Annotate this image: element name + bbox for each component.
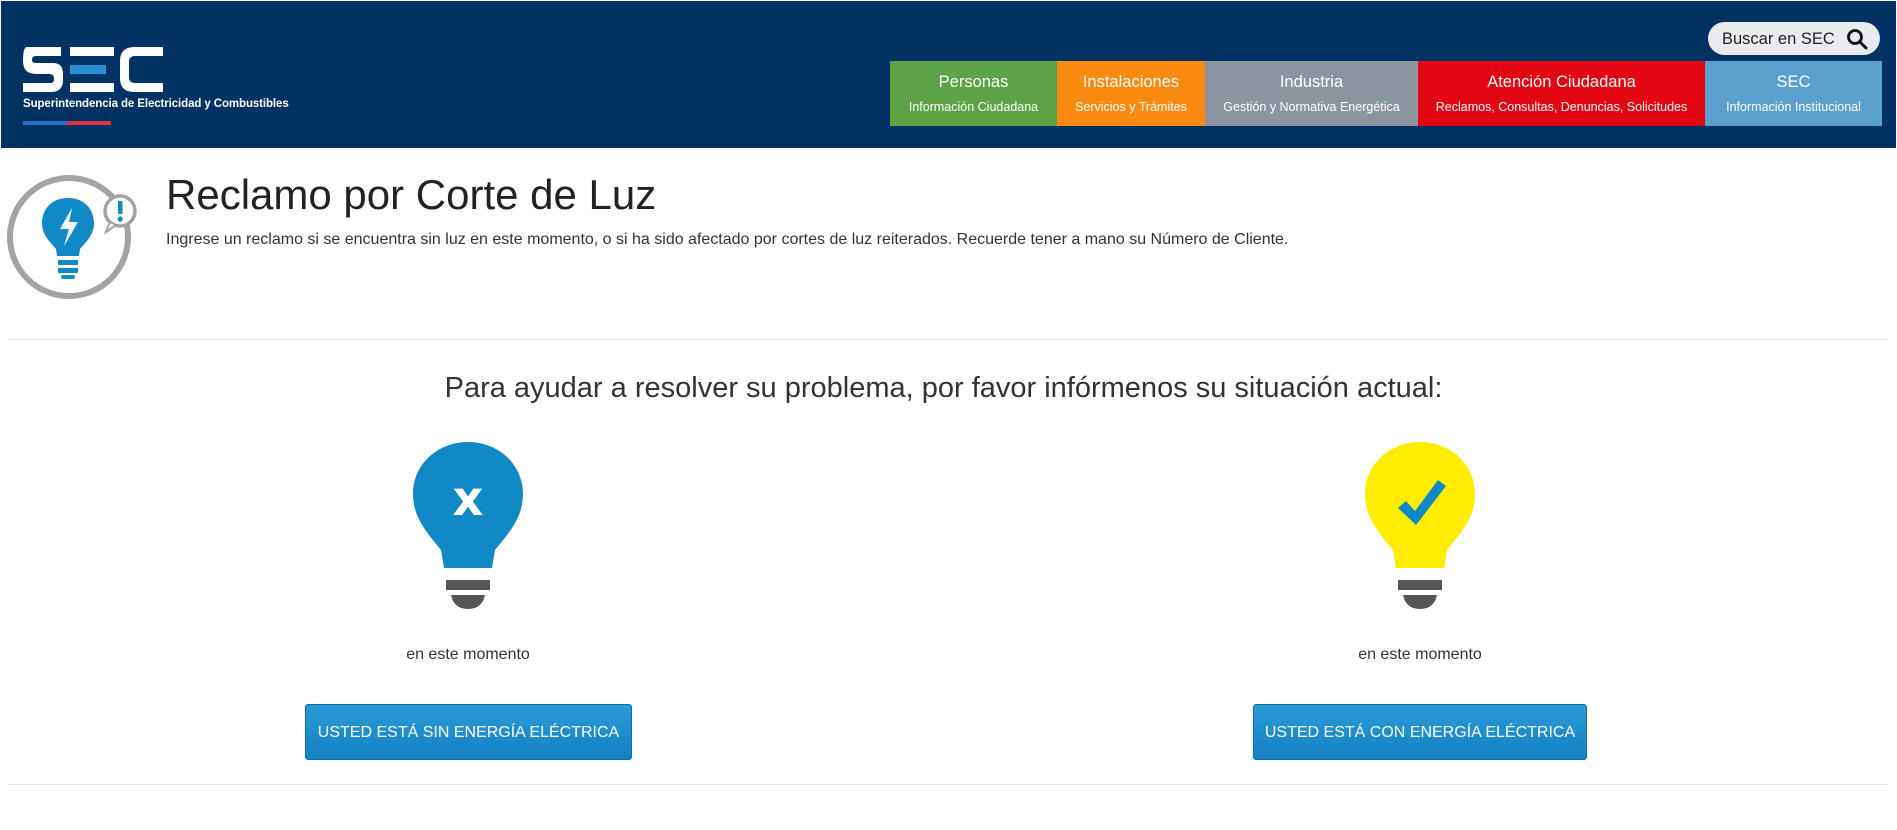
nav-personas-title: Personas <box>938 73 1009 91</box>
bulb-off-x-icon: x <box>413 442 523 609</box>
nav-personas[interactable]: Personas Información Ciudadana <box>890 61 1057 126</box>
nav-sec[interactable]: SEC Información Institucional <box>1705 61 1882 126</box>
nav-instalaciones-title: Instalaciones <box>1082 73 1180 91</box>
sec-logo[interactable]: Superintendencia de Electricidad y Combu… <box>23 47 293 129</box>
search-box[interactable]: Buscar en SEC <box>1708 22 1880 55</box>
divider <box>8 339 1888 340</box>
power-outage-icon <box>7 175 137 299</box>
logo-bar-blue <box>23 121 67 125</box>
divider-bottom <box>8 784 1888 785</box>
nav-sec-title: SEC <box>1776 73 1811 91</box>
bulb-on-check-icon <box>1365 442 1475 609</box>
logo-subtitle: Superintendencia de Electricidad y Combu… <box>23 98 289 110</box>
nav-instalaciones-subtitle: Servicios y Trámites <box>1075 100 1187 114</box>
nav-industria[interactable]: Industria Gestión y Normativa Energética <box>1205 61 1418 126</box>
svg-text:x: x <box>453 471 484 527</box>
sin-energia-button[interactable]: USTED ESTÁ SIN ENERGÍA ELÉCTRICA <box>305 704 632 760</box>
option-sin-energia-label: en este momento <box>406 646 530 663</box>
sec-logo-mark <box>23 47 163 92</box>
nav-atencion-subtitle: Reclamos, Consultas, Denuncias, Solicitu… <box>1435 100 1688 114</box>
con-energia-button[interactable]: USTED ESTÁ CON ENERGÍA ELÉCTRICA <box>1253 704 1587 760</box>
nav-industria-title: Industria <box>1279 73 1344 91</box>
nav-industria-subtitle: Gestión y Normativa Energética <box>1223 100 1400 114</box>
search-icon[interactable] <box>1846 28 1868 50</box>
nav-atencion-ciudadana[interactable]: Atención Ciudadana Reclamos, Consultas, … <box>1418 61 1705 126</box>
site-header: Superintendencia de Electricidad y Combu… <box>1 1 1896 148</box>
page-title: Reclamo por Corte de Luz <box>166 171 657 218</box>
situation-question: Para ayudar a resolver su problema, por … <box>444 372 1443 404</box>
option-con-energia-label: en este momento <box>1358 646 1482 663</box>
nav-instalaciones[interactable]: Instalaciones Servicios y Trámites <box>1057 61 1205 126</box>
nav-atencion-title: Atención Ciudadana <box>1487 73 1636 91</box>
page-description: Ingrese un reclamo si se encuentra sin l… <box>166 231 1289 248</box>
nav-sec-subtitle: Información Institucional <box>1726 100 1861 114</box>
nav-personas-subtitle: Información Ciudadana <box>908 100 1039 114</box>
search-input[interactable]: Buscar en SEC <box>1722 30 1835 49</box>
logo-bar-red <box>67 121 111 125</box>
